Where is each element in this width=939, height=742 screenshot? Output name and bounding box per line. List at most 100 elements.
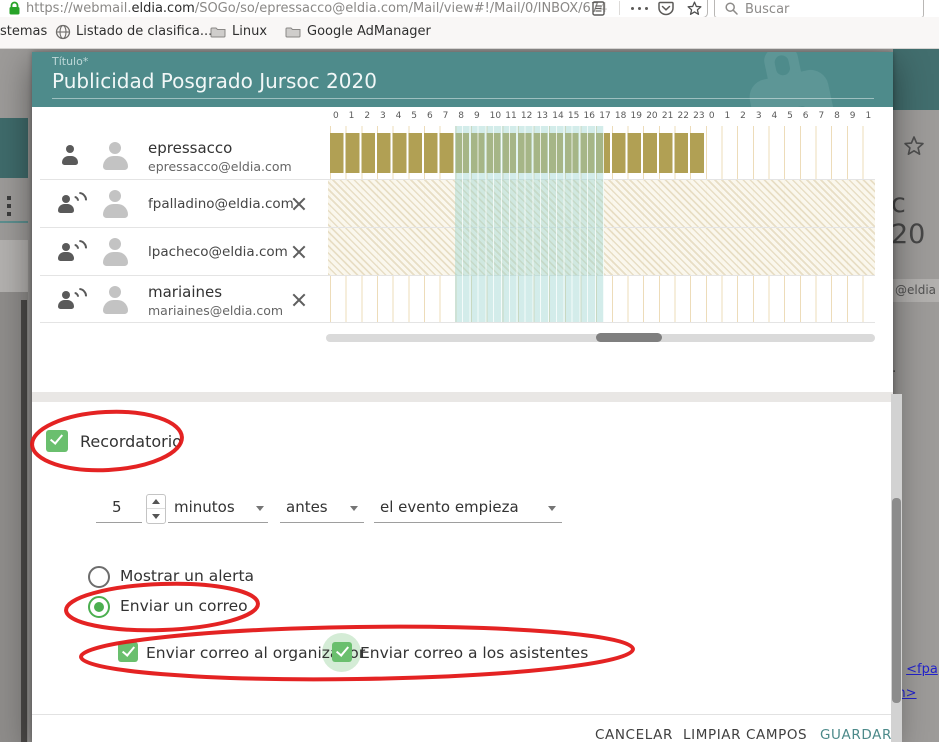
hour-label: 21: [662, 111, 673, 121]
hour-label: 7: [818, 111, 824, 121]
hour-label: 2: [364, 111, 370, 121]
radio-show-alert[interactable]: [88, 566, 110, 588]
quantity-stepper[interactable]: [146, 494, 166, 524]
quantity-value: 5: [112, 498, 122, 516]
relation-select[interactable]: antes: [280, 494, 364, 523]
bookmark-item[interactable]: Linux: [232, 24, 267, 39]
folder-icon: [210, 26, 226, 38]
bookmark-item[interactable]: stemas: [0, 24, 47, 39]
title-underline: [52, 98, 874, 99]
remove-attendee-button[interactable]: [290, 291, 308, 309]
hour-label: 5: [787, 111, 793, 121]
hour-label: 7: [443, 111, 449, 121]
reader-mode-icon[interactable]: [592, 1, 605, 16]
time-header: 0123456789101112131415161718192021222301…: [330, 111, 875, 125]
page-actions-icon[interactable]: [631, 7, 651, 11]
title-input[interactable]: Publicidad Posgrado Jursoc 2020: [52, 69, 377, 93]
hour-label: 4: [396, 111, 402, 121]
hour-label: 17: [599, 111, 610, 121]
hour-label: 1: [725, 111, 731, 121]
reminder-checkbox[interactable]: [46, 430, 68, 452]
hour-label: 6: [803, 111, 809, 121]
star-outline-icon: [902, 134, 926, 158]
url-path: /SOGo/so/epressacco@eldia.com/Mail/view#…: [195, 1, 599, 16]
hour-label: 1: [865, 111, 871, 121]
radio-send-email-label: Enviar un correo: [120, 597, 248, 615]
participant-voice-icon: [58, 193, 84, 215]
screen: c 20 @eldia o <fpa m> Título* Publicidad…: [0, 0, 939, 742]
hour-label: 22: [678, 111, 689, 121]
hour-label: 9: [850, 111, 856, 121]
hour-label: 8: [834, 111, 840, 121]
reference-value: el evento empieza: [380, 498, 519, 516]
unit-value: minutos: [174, 498, 235, 516]
bookmarks-bar: stemas Listado de clasifica... Linux Goo…: [0, 17, 939, 49]
hour-label: 1: [349, 111, 355, 121]
search-input[interactable]: Buscar: [714, 0, 924, 18]
hour-label: 5: [411, 111, 417, 121]
stepper-up-icon[interactable]: [152, 499, 160, 504]
globe-icon: [55, 24, 71, 40]
stepper-down-icon[interactable]: [152, 514, 160, 519]
email-attendees-checkbox[interactable]: [332, 642, 352, 662]
section-divider: [32, 392, 893, 402]
search-placeholder: Buscar: [745, 2, 789, 17]
bookmark-item[interactable]: Google AdManager: [307, 24, 431, 39]
avatar: [100, 188, 131, 219]
hour-label: 23: [693, 111, 704, 121]
backdrop-email-fragment: @eldia: [895, 283, 936, 297]
toolbar-separator: [619, 1, 620, 15]
radio-send-email[interactable]: [88, 596, 110, 618]
attendee-email: epressacco@eldia.com: [148, 159, 292, 174]
hour-label: 0: [333, 111, 339, 121]
attendee-name: mariaines: [148, 283, 222, 301]
reference-select[interactable]: el evento empieza: [374, 494, 562, 523]
backdrop-toolbar-right: [893, 48, 939, 110]
grid-hscrollbar-thumb[interactable]: [596, 333, 662, 342]
clear-fields-button[interactable]: LIMPIAR CAMPOS: [683, 727, 807, 742]
remove-attendee-button[interactable]: [290, 243, 308, 261]
email-organizer-checkbox[interactable]: [118, 642, 138, 662]
avatar: [100, 284, 131, 315]
footer-divider: [32, 714, 891, 715]
hour-label: 11: [505, 111, 516, 121]
unit-select[interactable]: minutos: [168, 494, 268, 523]
remove-attendee-button[interactable]: [290, 195, 308, 213]
organizer-icon: [58, 145, 84, 167]
backdrop-subject-fragment: c 20: [891, 188, 939, 250]
hour-label: 9: [474, 111, 480, 121]
hour-label: 12: [521, 111, 532, 121]
url-text[interactable]: https://webmail.eldia.com/SOGo/so/epress…: [26, 1, 607, 16]
event-time-highlight: [455, 126, 604, 322]
folder-icon: [285, 26, 301, 38]
email-attendees-label: Enviar correo a los asistentes: [360, 644, 588, 662]
chevron-down-icon: [350, 506, 358, 511]
hour-label: 2: [740, 111, 746, 121]
chevron-down-icon: [256, 506, 264, 511]
hour-label: 8: [458, 111, 464, 121]
hour-label: 20: [646, 111, 657, 121]
quantity-input[interactable]: 5: [96, 494, 142, 523]
bookmark-star-icon[interactable]: [686, 0, 703, 17]
relation-value: antes: [286, 498, 328, 516]
search-icon: [725, 2, 738, 15]
url-scheme: https://webmail.: [26, 1, 131, 16]
hour-label: 13: [537, 111, 548, 121]
more-vertical-icon: [7, 196, 13, 218]
cancel-button[interactable]: CANCELAR: [595, 727, 673, 742]
attendee-name: epressacco: [148, 139, 232, 157]
hour-label: 4: [771, 111, 777, 121]
pocket-icon[interactable]: [658, 1, 674, 16]
avatar: [100, 236, 131, 267]
hour-label: 14: [552, 111, 563, 121]
url-domain: eldia.com: [131, 1, 194, 16]
reminder-label: Recordatorio: [80, 432, 182, 451]
chevron-down-icon: [548, 506, 556, 511]
backdrop-sidebar-header: [0, 118, 28, 178]
backdrop-panel: [0, 240, 28, 292]
participant-voice-icon: [58, 289, 84, 311]
dialog-vscrollbar-thumb[interactable]: [892, 498, 901, 703]
hour-label: 16: [584, 111, 595, 121]
bookmark-item[interactable]: Listado de clasifica...: [76, 24, 212, 39]
save-button[interactable]: GUARDAR: [820, 727, 892, 742]
